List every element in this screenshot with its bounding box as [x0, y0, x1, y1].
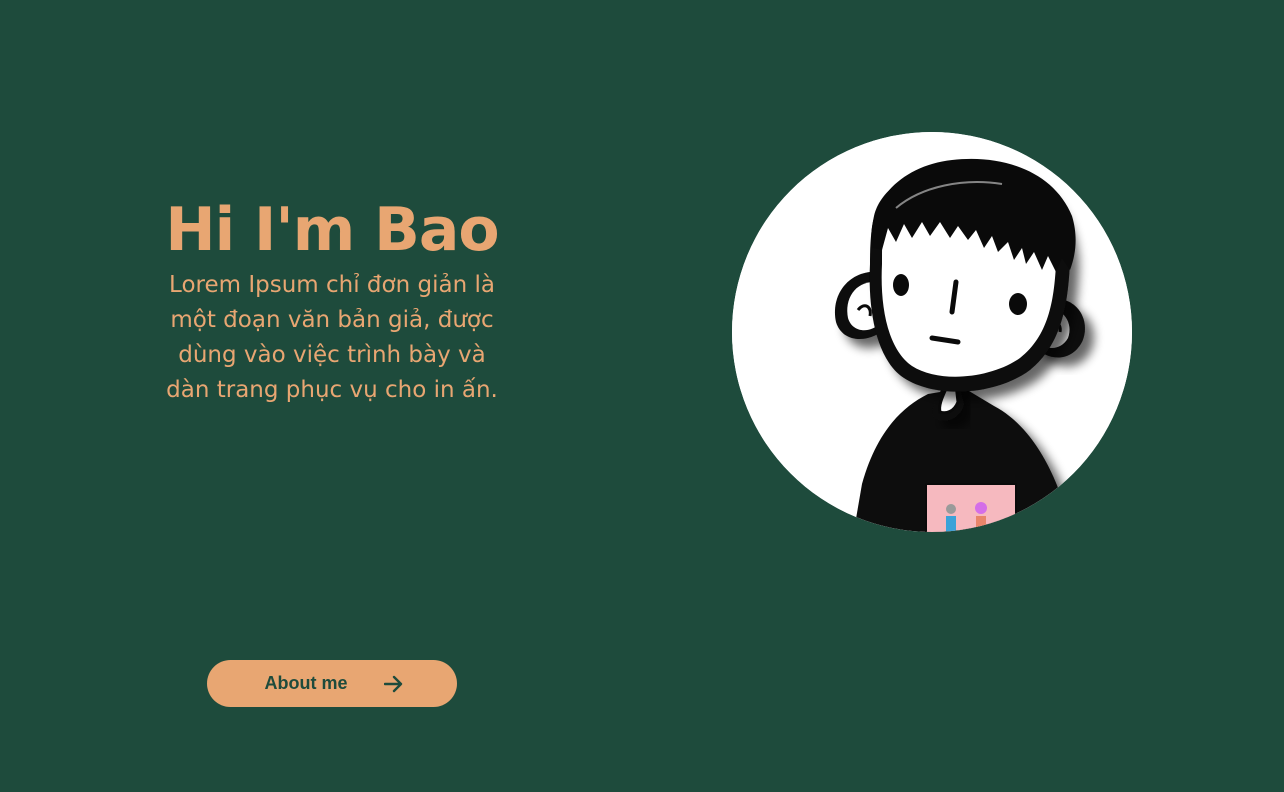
hero-section: Hi I'm Bao Lorem Ipsum chỉ đơn giản là m…: [142, 192, 522, 408]
hero-title: Hi I'm Bao: [165, 195, 499, 265]
arrow-right-icon: [383, 675, 404, 693]
avatar: [732, 132, 1132, 532]
hero-description: Lorem Ipsum chỉ đơn giản là một đoạn văn…: [166, 272, 498, 403]
avatar-illustration: [732, 132, 1132, 532]
about-me-button-label: About me: [264, 673, 348, 693]
about-me-button[interactable]: About me: [207, 660, 457, 707]
